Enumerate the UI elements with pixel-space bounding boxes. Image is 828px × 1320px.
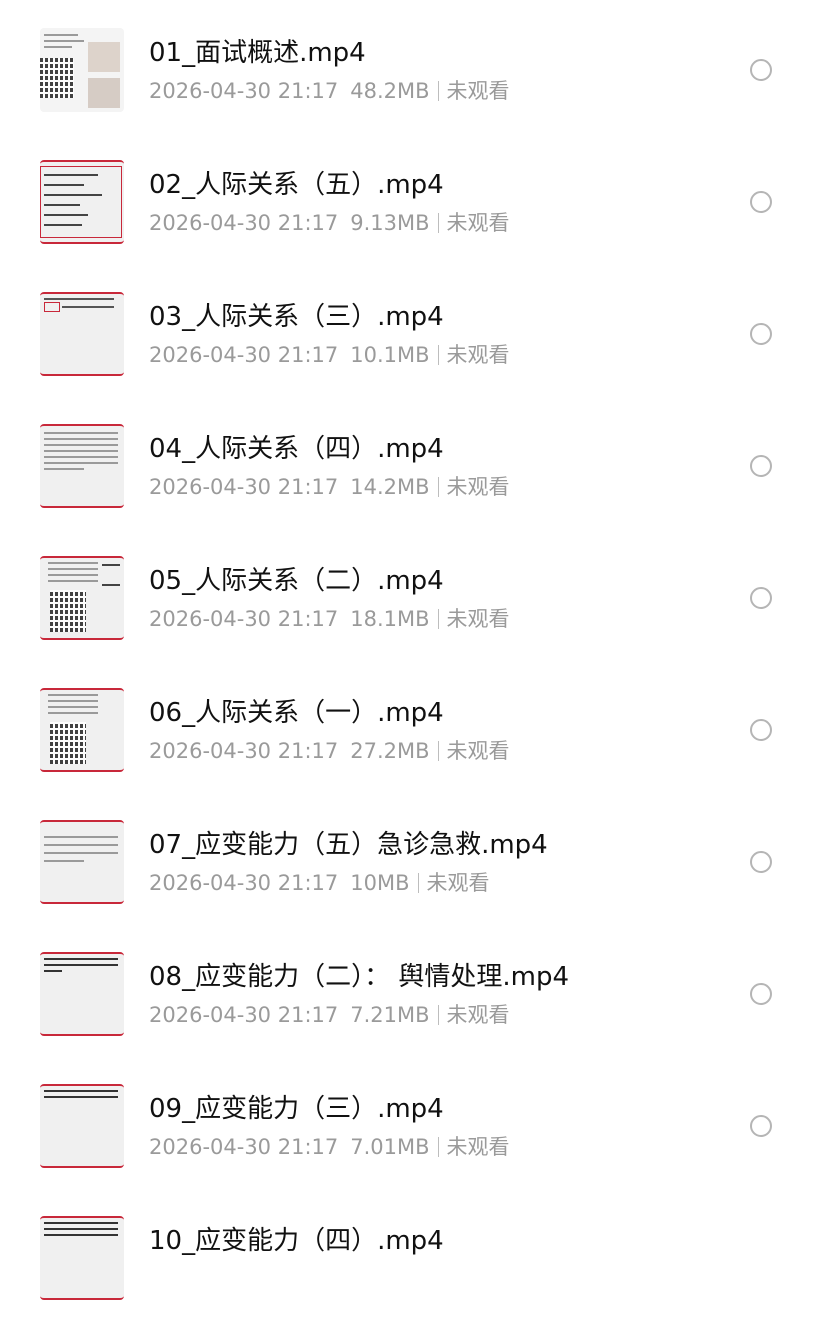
video-meta: 2026-04-30 21:17 7.01MB 未观看 bbox=[149, 1134, 510, 1160]
video-thumbnail[interactable] bbox=[40, 820, 124, 904]
video-date: 2026-04-30 21:17 bbox=[149, 739, 339, 763]
video-size: 7.01MB bbox=[350, 1135, 430, 1159]
video-item[interactable]: 04_人际关系（四）.mp4 2026-04-30 21:17 14.2MB 未观看 bbox=[0, 396, 828, 528]
video-thumbnail[interactable] bbox=[40, 952, 124, 1036]
radio-circle-icon[interactable] bbox=[750, 191, 772, 213]
watch-status: 未观看 bbox=[446, 1003, 510, 1027]
video-meta: 2026-04-30 21:17 7.21MB 未观看 bbox=[149, 1002, 510, 1028]
video-thumbnail[interactable] bbox=[40, 160, 124, 244]
video-title[interactable]: 09_应变能力（三）.mp4 bbox=[149, 1094, 444, 1124]
video-item[interactable]: 01_面试概述.mp4 2026-04-30 21:17 48.2MB 未观看 bbox=[0, 0, 828, 132]
separator bbox=[417, 873, 419, 893]
video-date: 2026-04-30 21:17 bbox=[149, 343, 339, 367]
watch-status: 未观看 bbox=[446, 475, 510, 499]
video-date: 2026-04-30 21:17 bbox=[149, 211, 339, 235]
video-title[interactable]: 03_人际关系（三）.mp4 bbox=[149, 302, 444, 332]
watch-status: 未观看 bbox=[446, 343, 510, 367]
video-meta: 2026-04-30 21:17 9.13MB 未观看 bbox=[149, 210, 510, 236]
video-item[interactable]: 07_应变能力（五）急诊急救.mp4 2026-04-30 21:17 10MB 未… bbox=[0, 792, 828, 924]
radio-circle-icon[interactable] bbox=[750, 1115, 772, 1137]
video-title[interactable]: 06_人际关系（一）.mp4 bbox=[149, 698, 444, 728]
separator bbox=[437, 741, 439, 761]
video-thumbnail[interactable] bbox=[40, 1216, 124, 1300]
separator bbox=[437, 213, 439, 233]
video-meta: 2026-04-30 21:17 14.2MB 未观看 bbox=[149, 474, 510, 500]
video-title[interactable]: 04_人际关系（四）.mp4 bbox=[149, 434, 444, 464]
video-title[interactable]: 10_应变能力（四）.mp4 bbox=[149, 1226, 444, 1256]
video-list: 01_面试概述.mp4 2026-04-30 21:17 48.2MB 未观看 02… bbox=[0, 0, 828, 1320]
video-thumbnail[interactable] bbox=[40, 688, 124, 772]
watch-status: 未观看 bbox=[426, 871, 490, 895]
video-thumbnail[interactable] bbox=[40, 1084, 124, 1168]
watch-status: 未观看 bbox=[446, 79, 510, 103]
video-size: 14.2MB bbox=[350, 475, 430, 499]
video-size: 10MB bbox=[350, 871, 410, 895]
radio-circle-icon[interactable] bbox=[750, 455, 772, 477]
video-thumbnail[interactable] bbox=[40, 424, 124, 508]
watch-status: 未观看 bbox=[446, 739, 510, 763]
video-item[interactable]: 05_人际关系（二）.mp4 2026-04-30 21:17 18.1MB 未观看 bbox=[0, 528, 828, 660]
video-size: 27.2MB bbox=[350, 739, 430, 763]
video-meta: 2026-04-30 21:17 48.2MB 未观看 bbox=[149, 78, 510, 104]
video-title[interactable]: 02_人际关系（五）.mp4 bbox=[149, 170, 444, 200]
separator bbox=[437, 1137, 439, 1157]
video-size: 9.13MB bbox=[350, 211, 430, 235]
video-item[interactable]: 10_应变能力（四）.mp4 bbox=[0, 1188, 828, 1320]
separator bbox=[437, 1005, 439, 1025]
video-meta: 2026-04-30 21:17 10MB 未观看 bbox=[149, 870, 490, 896]
video-meta: 2026-04-30 21:17 18.1MB 未观看 bbox=[149, 606, 510, 632]
video-size: 10.1MB bbox=[350, 343, 430, 367]
video-date: 2026-04-30 21:17 bbox=[149, 79, 339, 103]
video-title[interactable]: 05_人际关系（二）.mp4 bbox=[149, 566, 444, 596]
radio-circle-icon[interactable] bbox=[750, 323, 772, 345]
video-date: 2026-04-30 21:17 bbox=[149, 607, 339, 631]
video-title[interactable]: 08_应变能力（二）： 舆情处理.mp4 bbox=[149, 962, 569, 992]
video-thumbnail[interactable] bbox=[40, 292, 124, 376]
video-title[interactable]: 01_面试概述.mp4 bbox=[149, 38, 366, 68]
video-item[interactable]: 06_人际关系（一）.mp4 2026-04-30 21:17 27.2MB 未观看 bbox=[0, 660, 828, 792]
watch-status: 未观看 bbox=[446, 1135, 510, 1159]
video-meta: 2026-04-30 21:17 10.1MB 未观看 bbox=[149, 342, 510, 368]
video-date: 2026-04-30 21:17 bbox=[149, 1135, 339, 1159]
video-item[interactable]: 03_人际关系（三）.mp4 2026-04-30 21:17 10.1MB 未观看 bbox=[0, 264, 828, 396]
video-thumbnail[interactable] bbox=[40, 556, 124, 640]
video-item[interactable]: 09_应变能力（三）.mp4 2026-04-30 21:17 7.01MB 未观看 bbox=[0, 1056, 828, 1188]
radio-circle-icon[interactable] bbox=[750, 983, 772, 1005]
video-meta: 2026-04-30 21:17 27.2MB 未观看 bbox=[149, 738, 510, 764]
video-size: 18.1MB bbox=[350, 607, 430, 631]
separator bbox=[437, 81, 439, 101]
video-size: 48.2MB bbox=[350, 79, 430, 103]
watch-status: 未观看 bbox=[446, 607, 510, 631]
separator bbox=[437, 609, 439, 629]
separator bbox=[437, 477, 439, 497]
video-title[interactable]: 07_应变能力（五）急诊急救.mp4 bbox=[149, 830, 548, 860]
radio-circle-icon[interactable] bbox=[750, 587, 772, 609]
separator bbox=[437, 345, 439, 365]
radio-circle-icon[interactable] bbox=[750, 851, 772, 873]
radio-circle-icon[interactable] bbox=[750, 719, 772, 741]
radio-circle-icon[interactable] bbox=[750, 59, 772, 81]
video-date: 2026-04-30 21:17 bbox=[149, 1003, 339, 1027]
video-size: 7.21MB bbox=[350, 1003, 430, 1027]
video-item[interactable]: 02_人际关系（五）.mp4 2026-04-30 21:17 9.13MB 未观看 bbox=[0, 132, 828, 264]
video-date: 2026-04-30 21:17 bbox=[149, 475, 339, 499]
video-item[interactable]: 08_应变能力（二）： 舆情处理.mp4 2026-04-30 21:17 7.2… bbox=[0, 924, 828, 1056]
video-thumbnail[interactable] bbox=[40, 28, 124, 112]
video-date: 2026-04-30 21:17 bbox=[149, 871, 339, 895]
watch-status: 未观看 bbox=[446, 211, 510, 235]
